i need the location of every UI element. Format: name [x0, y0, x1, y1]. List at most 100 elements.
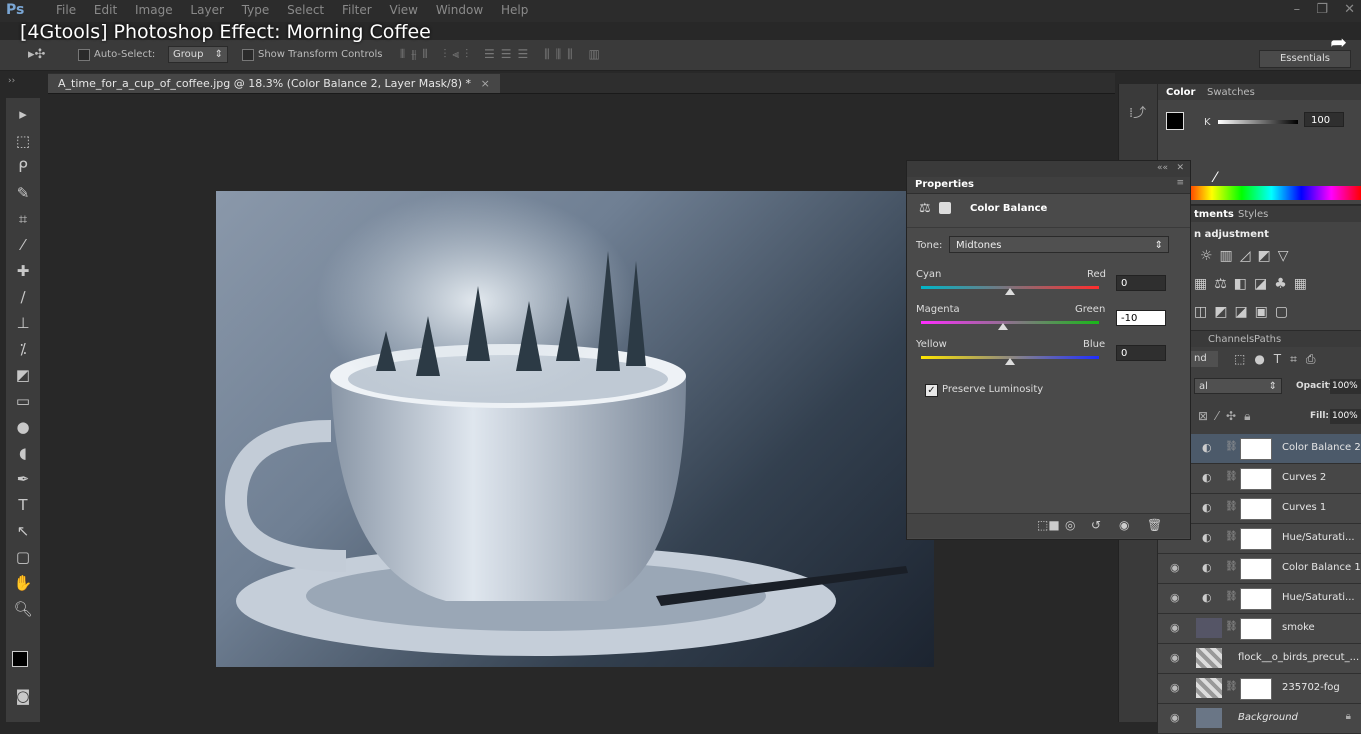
- auto-select-checkbox[interactable]: [78, 49, 90, 61]
- tab-paths[interactable]: Paths: [1254, 334, 1281, 345]
- cyan-red-value[interactable]: 0: [1116, 275, 1166, 291]
- magenta-green-value[interactable]: -10: [1116, 310, 1166, 326]
- menu-view[interactable]: View: [390, 3, 418, 17]
- eye-icon[interactable]: ◉: [1170, 591, 1180, 604]
- layer-mask-thumbnail[interactable]: [1240, 558, 1272, 580]
- tone-dropdown[interactable]: Midtones ⇕: [949, 236, 1169, 253]
- clip-to-layer-icon[interactable]: ⬚■: [1037, 518, 1060, 532]
- hand-tool-icon[interactable]: ✋: [10, 571, 36, 595]
- layer-row[interactable]: ◉ ◐ ⛓ Hue/Saturati...: [1158, 584, 1361, 614]
- layer-row[interactable]: ◉ flock__o_birds_precut_...: [1158, 644, 1361, 674]
- rectangle-tool-icon[interactable]: ▢: [10, 545, 36, 569]
- opacity-value[interactable]: 100%: [1330, 379, 1361, 394]
- workspace-button[interactable]: Essentials: [1259, 50, 1351, 68]
- dodge-tool-icon[interactable]: ◖: [10, 441, 36, 465]
- magenta-green-slider-thumb[interactable]: [997, 323, 1008, 330]
- clone-stamp-tool-icon[interactable]: ⊥: [10, 311, 36, 335]
- collapse-panel-icon[interactable]: ««: [1157, 163, 1168, 173]
- tab-styles[interactable]: Styles: [1238, 209, 1268, 220]
- menu-image[interactable]: Image: [135, 3, 173, 17]
- menu-layer[interactable]: Layer: [190, 3, 223, 17]
- eye-icon[interactable]: ◉: [1170, 621, 1180, 634]
- align-distribute-icons[interactable]: ⫴⫵⫴ ⫶⫷⫶ ☰☰☰ ⫼⫼⫼ ▥: [400, 47, 606, 62]
- k-channel-slider[interactable]: [1218, 120, 1298, 124]
- crop-tool-icon[interactable]: ⌗: [10, 207, 36, 231]
- layer-mask-thumbnail[interactable]: [1240, 588, 1272, 610]
- lasso-tool-icon[interactable]: ᑭ: [10, 155, 36, 179]
- preserve-luminosity-checkbox[interactable]: ✓: [925, 384, 938, 397]
- restore-button[interactable]: ❐: [1316, 2, 1328, 17]
- quick-selection-tool-icon[interactable]: ✎: [10, 181, 36, 205]
- cyan-red-slider-thumb[interactable]: [1005, 288, 1015, 295]
- eyedropper-tool-icon[interactable]: ⁄: [10, 233, 36, 257]
- foreground-color-chip[interactable]: [1166, 112, 1184, 130]
- panel-collapse-icon[interactable]: ››: [8, 76, 15, 86]
- eye-icon[interactable]: ◉: [1170, 711, 1180, 724]
- lock-icons[interactable]: ⊠⁄✣🔒︎: [1198, 409, 1259, 424]
- menu-select[interactable]: Select: [287, 3, 324, 17]
- foreground-color-swatch[interactable]: [12, 651, 28, 667]
- history-panel-icon[interactable]: ⁞⤴: [1129, 102, 1146, 121]
- layer-mask-thumbnail[interactable]: [1240, 618, 1272, 640]
- layer-row[interactable]: ◉ ⛓ 235702-fog: [1158, 674, 1361, 704]
- fill-value[interactable]: 100%: [1330, 409, 1361, 424]
- quick-mask-icon[interactable]: ◙: [10, 684, 36, 708]
- type-tool-icon[interactable]: T: [10, 493, 36, 517]
- layer-mask-thumbnail[interactable]: [1240, 468, 1272, 490]
- eye-icon[interactable]: ◉: [1170, 681, 1180, 694]
- document-canvas[interactable]: [216, 191, 934, 667]
- color-spectrum-bar[interactable]: [1182, 186, 1361, 200]
- yellow-blue-value[interactable]: 0: [1116, 345, 1166, 361]
- visibility-toggle-icon[interactable]: ◉: [1119, 518, 1129, 532]
- menu-window[interactable]: Window: [436, 3, 483, 17]
- eye-icon[interactable]: ◉: [1170, 651, 1180, 664]
- layer-mask-thumbnail[interactable]: [1240, 498, 1272, 520]
- history-brush-tool-icon[interactable]: ⁒: [10, 337, 36, 361]
- reset-icon[interactable]: ↺: [1091, 518, 1101, 532]
- magenta-green-slider[interactable]: [921, 321, 1099, 324]
- layer-mask-thumbnail[interactable]: [1240, 678, 1272, 700]
- layer-mask-thumbnail[interactable]: [1240, 528, 1272, 550]
- layer-mask-icon[interactable]: [939, 202, 951, 214]
- menu-type[interactable]: Type: [242, 3, 270, 17]
- tab-adjustments[interactable]: tments: [1194, 209, 1234, 220]
- marquee-tool-icon[interactable]: ⬚: [10, 129, 36, 153]
- minimize-button[interactable]: –: [1294, 2, 1301, 17]
- tab-channels[interactable]: Channels: [1208, 334, 1254, 345]
- properties-panel-header[interactable]: «« ✕: [907, 161, 1190, 177]
- close-window-button[interactable]: ✕: [1344, 2, 1355, 17]
- yellow-blue-slider-thumb[interactable]: [1005, 358, 1015, 365]
- tab-color[interactable]: Color: [1166, 87, 1195, 98]
- eraser-tool-icon[interactable]: ◩: [10, 363, 36, 387]
- menu-filter[interactable]: Filter: [342, 3, 372, 17]
- eye-icon[interactable]: ◉: [1170, 561, 1180, 574]
- close-tab-icon[interactable]: ×: [481, 77, 490, 90]
- menu-help[interactable]: Help: [501, 3, 528, 17]
- layer-row[interactable]: ◉ ⛓ smoke: [1158, 614, 1361, 644]
- adjustment-icons-row-3[interactable]: ◫◩◪▣▢: [1194, 304, 1295, 320]
- adjustment-icons-row-1[interactable]: ☼▥◿◩▽: [1200, 248, 1296, 264]
- move-tool-icon[interactable]: ▸✣: [28, 47, 45, 62]
- tab-properties[interactable]: Properties: [915, 179, 974, 190]
- close-panel-icon[interactable]: ✕: [1176, 163, 1184, 173]
- brush-tool-icon[interactable]: ∕: [10, 285, 36, 309]
- layer-filter-icons[interactable]: ⬚●T⌗⎙: [1234, 352, 1325, 367]
- menu-file[interactable]: File: [56, 3, 76, 17]
- layer-row[interactable]: ◉ Background 🔒︎: [1158, 704, 1361, 734]
- trash-icon[interactable]: 🗑︎: [1147, 518, 1162, 532]
- layer-mask-thumbnail[interactable]: [1240, 438, 1272, 460]
- layer-row[interactable]: ◉ ◐ ⛓ Color Balance 1: [1158, 554, 1361, 584]
- healing-brush-tool-icon[interactable]: ✚: [10, 259, 36, 283]
- blend-mode-dropdown[interactable]: al ⇕: [1194, 378, 1282, 394]
- gradient-tool-icon[interactable]: ▭: [10, 389, 36, 413]
- zoom-tool-icon[interactable]: 🔍︎: [10, 597, 36, 621]
- menu-edit[interactable]: Edit: [94, 3, 117, 17]
- document-tab[interactable]: A_time_for_a_cup_of_coffee.jpg @ 18.3% (…: [48, 74, 500, 93]
- panel-menu-icon[interactable]: ≡: [1176, 178, 1184, 188]
- auto-select-dropdown[interactable]: Group ⇕: [168, 46, 228, 63]
- k-channel-value[interactable]: 100: [1304, 112, 1344, 127]
- path-selection-tool-icon[interactable]: ↖: [10, 519, 36, 543]
- adjustment-icons-row-2[interactable]: ▦⚖◧◪♣▦: [1194, 276, 1314, 292]
- tab-swatches[interactable]: Swatches: [1207, 87, 1255, 98]
- move-tool-icon[interactable]: ▸: [10, 102, 36, 126]
